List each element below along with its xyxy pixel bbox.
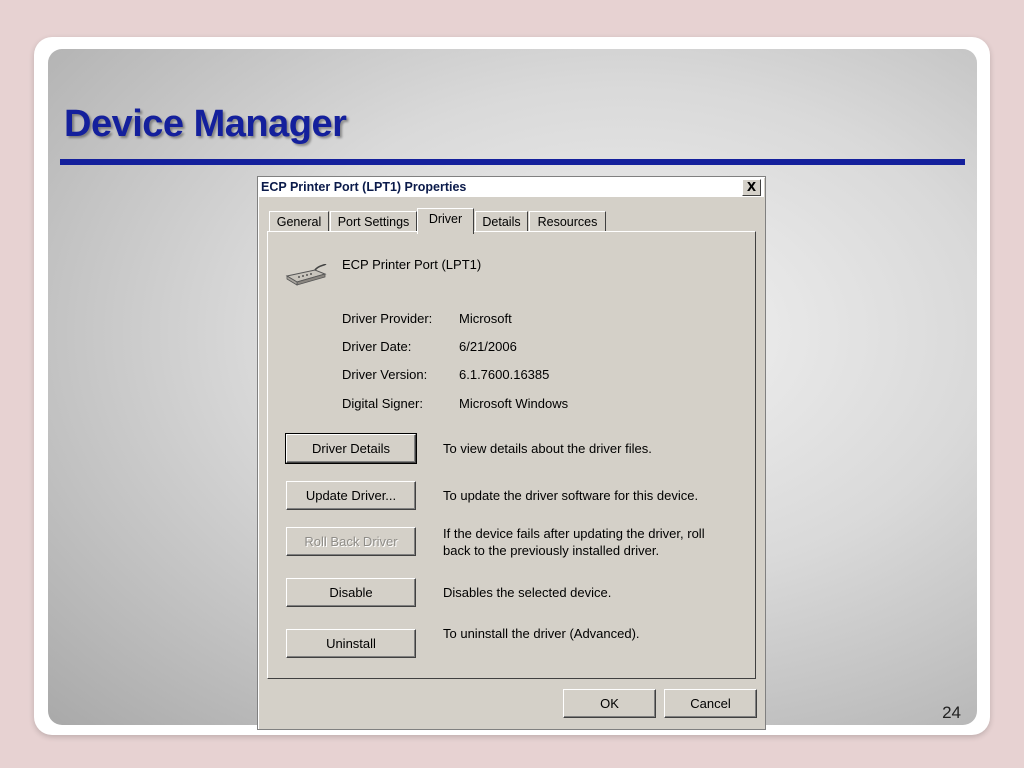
driver-provider-value: Microsoft [459,311,512,326]
driver-provider-label: Driver Provider: [342,311,433,326]
update-driver-button[interactable]: Update Driver... [286,481,416,510]
tab-resources[interactable]: Resources [529,211,606,232]
tab-details[interactable]: Details [475,211,528,232]
title-underline [60,159,965,165]
dialog-title: ECP Printer Port (LPT1) Properties [261,180,467,194]
cancel-button[interactable]: Cancel [664,689,757,718]
disable-button[interactable]: Disable [286,578,416,607]
roll-back-driver-description: If the device fails after updating the d… [443,526,705,558]
tab-driver[interactable]: Driver [417,208,474,234]
slide-title: Device Manager [64,103,347,145]
driver-details-button[interactable]: Driver Details [285,433,417,464]
close-button[interactable]: X [742,179,761,196]
ok-button[interactable]: OK [563,689,656,718]
properties-dialog: ECP Printer Port (LPT1) Properties X Gen… [257,176,766,730]
driver-version-label: Driver Version: [342,367,428,382]
driver-date-value: 6/21/2006 [459,339,517,354]
tab-general[interactable]: General [269,211,329,232]
uninstall-button[interactable]: Uninstall [286,629,416,658]
device-name: ECP Printer Port (LPT1) [342,257,482,272]
roll-back-driver-button[interactable]: Roll Back Driver [286,527,416,556]
close-icon: X [746,180,757,194]
digital-signer-label: Digital Signer: [342,396,423,411]
digital-signer-value: Microsoft Windows [459,396,569,411]
update-driver-description: To update the driver software for this d… [443,488,699,503]
page-number: 24 [942,703,961,722]
driver-details-description: To view details about the driver files. [443,441,652,456]
disable-description: Disables the selected device. [443,585,612,600]
driver-tab-panel: ECP Printer Port (LPT1) Driver Provider:… [267,231,756,679]
printer-port-icon [285,263,327,292]
uninstall-description: To uninstall the driver (Advanced). [443,626,640,641]
dialog-titlebar[interactable]: ECP Printer Port (LPT1) Properties X [259,178,764,198]
driver-version-value: 6.1.7600.16385 [459,367,550,382]
tab-port-settings[interactable]: Port Settings [330,211,417,232]
driver-date-label: Driver Date: [342,339,412,354]
